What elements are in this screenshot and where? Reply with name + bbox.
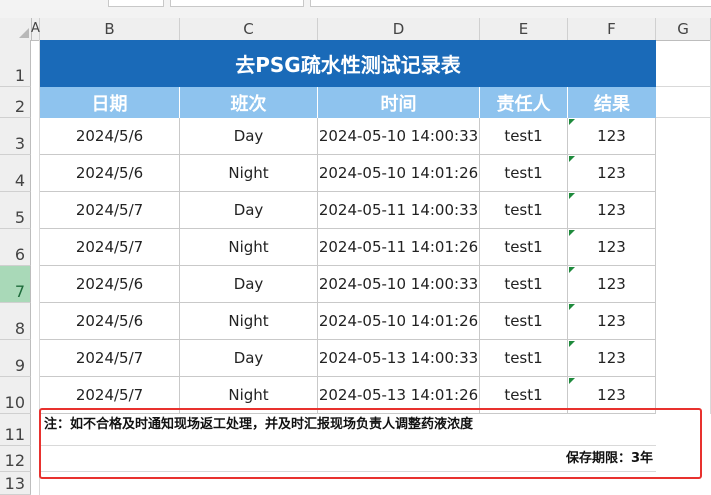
- toolbar-field-fragment[interactable]: [170, 0, 304, 7]
- column-header-e[interactable]: E: [480, 18, 568, 40]
- cell-date[interactable]: 2024/5/7: [40, 340, 180, 377]
- cell-time[interactable]: 2024-05-10 14:01:26: [318, 303, 480, 340]
- column-header-d[interactable]: D: [318, 18, 480, 40]
- column-header-f[interactable]: F: [568, 18, 656, 40]
- cell-person[interactable]: test1: [480, 155, 568, 192]
- row-header-10[interactable]: 10: [0, 377, 31, 414]
- error-indicator-icon[interactable]: [569, 193, 575, 199]
- cell-time[interactable]: 2024-05-10 14:01:26: [318, 155, 480, 192]
- cell-shift[interactable]: Day: [180, 266, 318, 303]
- select-all-corner-icon[interactable]: [0, 18, 32, 40]
- header-date[interactable]: 日期: [40, 87, 180, 118]
- row-header-7-selected[interactable]: 7: [0, 266, 31, 303]
- column-header-a[interactable]: A: [31, 18, 40, 40]
- column-header-c[interactable]: C: [180, 18, 318, 40]
- header-person[interactable]: 责任人: [480, 87, 568, 118]
- cell-result[interactable]: 123: [568, 155, 656, 192]
- error-indicator-icon[interactable]: [569, 267, 575, 273]
- cell-g3-g10[interactable]: [656, 118, 711, 414]
- row-header-9[interactable]: 9: [0, 340, 31, 377]
- cell-g2[interactable]: [656, 87, 711, 118]
- formula-bar-fragment[interactable]: [310, 0, 711, 7]
- cell-shift[interactable]: Night: [180, 229, 318, 266]
- cell-date[interactable]: 2024/5/6: [40, 118, 180, 155]
- row-header-1[interactable]: 1: [0, 40, 31, 87]
- table-title[interactable]: 去PSG疏水性测试记录表: [40, 40, 656, 87]
- cell-person[interactable]: test1: [480, 229, 568, 266]
- cell-date[interactable]: 2024/5/7: [40, 192, 180, 229]
- row-header-4[interactable]: 4: [0, 155, 31, 192]
- row-header-8[interactable]: 8: [0, 303, 31, 340]
- cell-shift[interactable]: Night: [180, 155, 318, 192]
- cell-result[interactable]: 123: [568, 118, 656, 155]
- cell-person[interactable]: test1: [480, 303, 568, 340]
- cell-date[interactable]: 2024/5/7: [40, 229, 180, 266]
- error-indicator-icon[interactable]: [569, 341, 575, 347]
- column-header-bar: A B C D E F G: [0, 18, 711, 41]
- column-header-g[interactable]: G: [656, 18, 711, 40]
- row-header-3[interactable]: 3: [0, 118, 31, 155]
- cell-time[interactable]: 2024-05-13 14:00:33: [318, 340, 480, 377]
- error-indicator-icon[interactable]: [569, 230, 575, 236]
- row-header-12[interactable]: 12: [0, 446, 31, 472]
- error-indicator-icon[interactable]: [569, 119, 575, 125]
- cell-person[interactable]: test1: [480, 192, 568, 229]
- cell-person[interactable]: test1: [480, 266, 568, 303]
- cell-time[interactable]: 2024-05-11 14:01:26: [318, 229, 480, 266]
- error-indicator-icon[interactable]: [569, 156, 575, 162]
- row-header-2[interactable]: 2: [0, 87, 31, 118]
- highlight-box: [39, 408, 702, 479]
- cell-date[interactable]: 2024/5/6: [40, 266, 180, 303]
- cell-result[interactable]: 123: [568, 266, 656, 303]
- cell-result[interactable]: 123: [568, 340, 656, 377]
- header-time[interactable]: 时间: [318, 87, 480, 118]
- row-header-13[interactable]: 13: [0, 472, 31, 495]
- cell-time[interactable]: 2024-05-11 14:00:33: [318, 192, 480, 229]
- cell-result[interactable]: 123: [568, 303, 656, 340]
- row-header-6[interactable]: 6: [0, 229, 31, 266]
- cell-shift[interactable]: Night: [180, 303, 318, 340]
- cell-time[interactable]: 2024-05-10 14:00:33: [318, 118, 480, 155]
- column-header-b[interactable]: B: [40, 18, 180, 40]
- cell-date[interactable]: 2024/5/6: [40, 155, 180, 192]
- cell-person[interactable]: test1: [480, 340, 568, 377]
- cell-result[interactable]: 123: [568, 192, 656, 229]
- row-header-11[interactable]: 11: [0, 414, 31, 446]
- toolbar-tab-fragment[interactable]: [108, 0, 164, 7]
- cell-shift[interactable]: Day: [180, 340, 318, 377]
- error-indicator-icon[interactable]: [569, 378, 575, 384]
- cell-time[interactable]: 2024-05-10 14:00:33: [318, 266, 480, 303]
- cell-shift[interactable]: Day: [180, 118, 318, 155]
- header-shift[interactable]: 班次: [180, 87, 318, 118]
- error-indicator-icon[interactable]: [569, 304, 575, 310]
- cell-date[interactable]: 2024/5/6: [40, 303, 180, 340]
- cell-person[interactable]: test1: [480, 118, 568, 155]
- cell-shift[interactable]: Day: [180, 192, 318, 229]
- cell-g1[interactable]: [656, 40, 711, 87]
- header-result[interactable]: 结果: [568, 87, 656, 118]
- toolbar-strip: [0, 0, 711, 19]
- row-header-5[interactable]: 5: [0, 192, 31, 229]
- cell-result[interactable]: 123: [568, 229, 656, 266]
